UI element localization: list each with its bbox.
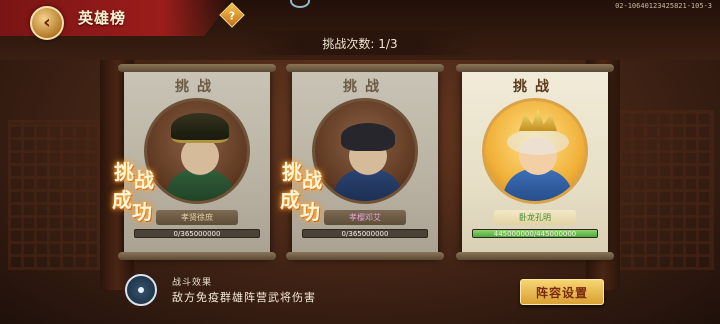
card-roll xyxy=(286,64,444,72)
stamp-char: 功 xyxy=(132,200,152,224)
card-roll xyxy=(118,252,276,260)
hp-text: 0/365000000 xyxy=(341,230,389,238)
hero-hat xyxy=(171,113,229,143)
battle-effect-description: 敌方免疫群雄阵营武将伤害 xyxy=(172,291,316,304)
target-icon[interactable] xyxy=(125,274,157,306)
stamp-char: 成 xyxy=(280,188,300,212)
card-roll xyxy=(456,64,614,72)
hero-card-2[interactable]: 挑战 孝樱邓艾 0/365000000 挑 战 成 功 xyxy=(280,64,444,260)
card-title: 挑战 xyxy=(343,79,387,95)
page-title: 英雄榜 xyxy=(78,9,127,27)
stamp-char: 战 xyxy=(134,168,154,192)
stamp-char: 挑 xyxy=(282,160,302,184)
hp-bar: 0/365000000 xyxy=(302,229,428,238)
hp-bar: 445000000/445000000 xyxy=(472,229,598,238)
card-roll xyxy=(286,252,444,260)
hp-text: 0/365000000 xyxy=(173,230,221,238)
stamp-char: 战 xyxy=(302,168,322,192)
hero-hair xyxy=(507,129,569,155)
hero-card-3[interactable]: 挑战 卧龙孔明 445000000/445000000 xyxy=(456,64,614,260)
card-roll xyxy=(456,252,614,260)
hero-portrait xyxy=(482,98,588,204)
background-lattice-right xyxy=(618,110,714,270)
formation-settings-button[interactable]: 阵容设置 xyxy=(520,279,604,305)
hero-name: 卧龙孔明 xyxy=(494,210,576,225)
stamp-char: 挑 xyxy=(114,160,134,184)
challenge-count-banner: 挑战次数: 1/3 xyxy=(243,31,477,55)
background-lattice-left xyxy=(8,120,100,270)
challenge-success-stamp: 挑 战 成 功 xyxy=(280,156,360,228)
hero-crown xyxy=(519,109,557,131)
hp-bar: 0/365000000 xyxy=(134,229,260,238)
card-title: 挑战 xyxy=(513,79,557,95)
challenge-count: 挑战次数: 1/3 xyxy=(322,37,398,51)
hero-hair xyxy=(341,123,395,151)
question-icon: ? xyxy=(228,9,236,23)
card-roll xyxy=(118,64,276,72)
battle-effect-title: 战斗效果 xyxy=(172,278,213,288)
stamp-char: 功 xyxy=(300,200,320,224)
hero-card-1[interactable]: 挑战 孝贤徐庶 0/365000000 挑 战 成 功 xyxy=(112,64,276,260)
stamp-char: 成 xyxy=(112,188,132,212)
card-title: 挑战 xyxy=(175,79,219,95)
hp-text: 445000000/445000000 xyxy=(493,230,577,238)
challenge-success-stamp: 挑 战 成 功 xyxy=(112,156,192,228)
arrow-left-icon: ‹ xyxy=(43,12,51,33)
back-button[interactable]: ‹ xyxy=(30,6,64,40)
build-id: 02-10640123425821-105-3 xyxy=(615,2,712,10)
